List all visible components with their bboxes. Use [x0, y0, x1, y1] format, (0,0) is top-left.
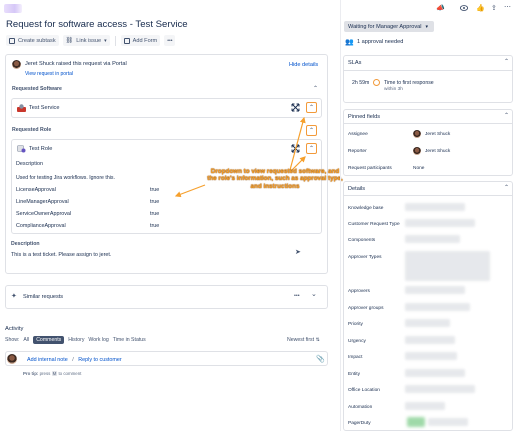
description-label: Description [11, 241, 40, 247]
status-label: Waiting for Manager Approval [348, 23, 422, 30]
assignee-value[interactable]: Jeret Shuck [425, 132, 450, 137]
activity-heading: Activity [5, 326, 24, 332]
tab-time-in-status[interactable]: Time in Status [113, 337, 146, 343]
details-field-label: PagerDuty [348, 421, 371, 426]
details-field-label: Approver groups [348, 306, 384, 311]
details-field-label: Impact [348, 355, 363, 360]
redacted-value [405, 303, 470, 311]
redacted-value [428, 418, 468, 426]
panel-divider [343, 70, 513, 71]
add-internal-note-link[interactable]: Add internal note [27, 357, 68, 363]
watch-icon[interactable] [459, 5, 469, 13]
reporter-avatar [413, 147, 421, 155]
annotation-callout: Dropdown to view requested software, and… [207, 168, 343, 190]
chevron-down-icon[interactable]: ⌄ [311, 290, 317, 298]
clock-icon [373, 79, 380, 86]
pro-tip-label: Pro tip: [23, 371, 39, 376]
redacted-value [407, 417, 425, 427]
reporter-label: Reporter [348, 149, 367, 154]
activity-tabs: Show: All Comments History Work log Time… [5, 336, 146, 344]
tab-comments[interactable]: Comments [33, 336, 65, 344]
share-icon[interactable]: ⇪ [491, 4, 497, 12]
comment-actions-separator: / [72, 357, 74, 363]
approvals-needed: 1 approval needed [357, 39, 404, 45]
sort-icon: ⇅ [315, 337, 320, 343]
chevron-up-icon[interactable]: ⌃ [504, 184, 509, 191]
sort-order-button[interactable]: Newest first ⇅ [287, 337, 320, 343]
pinned-fields-title: Pinned fields [348, 114, 381, 120]
pro-tip-rest: to comment [57, 371, 82, 376]
redacted-value [405, 336, 455, 344]
panel-divider [343, 195, 513, 196]
approvers-icon: 👥 [345, 39, 354, 46]
redacted-value [405, 352, 457, 360]
participants-value[interactable]: None [413, 166, 424, 171]
details-field-label: Urgency [348, 339, 366, 344]
details-field-label: Knowledge base [348, 206, 384, 211]
mouse-cursor-icon: ➤ [295, 249, 301, 256]
more-icon[interactable]: ⋯ [504, 3, 511, 11]
tab-work-log[interactable]: Work log [88, 337, 108, 343]
chevron-up-icon[interactable]: ⌃ [504, 112, 509, 119]
chevron-up-icon[interactable]: ⌃ [504, 58, 509, 65]
slas-panel [343, 55, 513, 103]
redacted-value [405, 286, 465, 294]
status-dropdown[interactable]: Waiting for Manager Approval ▾ [344, 21, 434, 32]
assignee-label: Assignee [348, 132, 368, 137]
redacted-value [405, 402, 445, 410]
current-user-avatar [7, 354, 17, 364]
panel-divider [343, 123, 513, 124]
sla-name: Time to first response [384, 80, 434, 86]
comment-actions: Add internal note / Reply to customer [27, 357, 122, 363]
pro-tip-press: press [38, 371, 52, 376]
redacted-value [405, 251, 490, 281]
reporter-value[interactable]: Jeret Shuck [425, 149, 450, 154]
redacted-value [405, 385, 475, 393]
redacted-value [405, 219, 475, 227]
sla-time: 2h 59m [352, 80, 370, 86]
show-label: Show: [5, 337, 20, 343]
details-field-label: Customer Request Type [348, 222, 400, 227]
assignee-avatar [413, 130, 421, 138]
thumbs-up-icon[interactable]: 👍 [476, 4, 485, 12]
slas-title: SLAs [348, 60, 362, 66]
details-field-label: Approver Types [348, 255, 382, 260]
tab-all[interactable]: All [23, 337, 29, 343]
description-text: This is a test ticket. Please assign to … [11, 252, 112, 258]
redacted-value [405, 203, 465, 211]
details-field-label: Entity [348, 372, 360, 377]
sparkle-icon: ✦ [11, 293, 17, 300]
sort-order-label: Newest first [287, 337, 315, 343]
details-field-label: Components [348, 238, 376, 243]
details-title: Details [348, 186, 366, 192]
tab-history[interactable]: History [68, 337, 84, 343]
more-icon[interactable]: ••• [294, 293, 300, 299]
redacted-value [405, 369, 465, 377]
details-field-label: Office Location [348, 388, 380, 393]
pro-tip: Pro tip: press M to comment [23, 371, 81, 376]
redacted-value [405, 319, 450, 327]
details-field-label: Approvers [348, 289, 370, 294]
megaphone-icon[interactable]: 📣 [436, 4, 445, 12]
participants-label: Request participants [348, 166, 392, 171]
similar-requests-label: Similar requests [23, 294, 64, 300]
details-field-label: Priority [348, 322, 363, 327]
reply-to-customer-link[interactable]: Reply to customer [78, 357, 121, 363]
chevron-down-icon: ▾ [425, 23, 428, 30]
redacted-value [405, 235, 460, 243]
annotation-arrows [174, 116, 306, 198]
details-field-label: Automation [348, 405, 373, 410]
sla-within: within 3h [384, 87, 403, 92]
attachment-icon[interactable]: 📎 [316, 355, 325, 363]
